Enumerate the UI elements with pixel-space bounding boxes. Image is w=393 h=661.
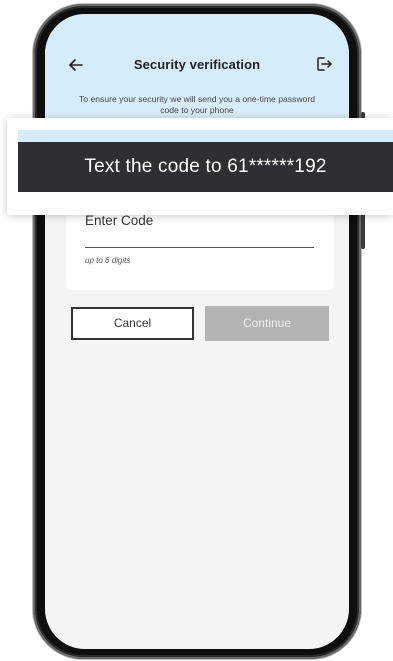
arrow-left-icon[interactable] (67, 56, 85, 74)
cancel-button[interactable]: Cancel (71, 307, 194, 340)
continue-button[interactable]: Continue (205, 306, 329, 341)
app-screen: Security verification To ensure your sec… (45, 14, 349, 649)
banner-message: Text the code to 61******192 (84, 156, 327, 177)
code-hint: up to 6 digits (85, 256, 131, 265)
logout-icon[interactable] (315, 55, 333, 73)
banner-message-bar: Text the code to 61******192 (18, 142, 393, 192)
sms-banner: Text the code to 61******192 (7, 118, 393, 215)
phone-side-button-lower (361, 209, 365, 249)
stage: Security verification To ensure your sec… (0, 0, 393, 661)
banner-header-strip (18, 130, 393, 142)
code-input[interactable]: Enter Code (85, 213, 153, 228)
code-input-underline (85, 247, 314, 248)
top-nav: Security verification (45, 54, 349, 78)
page-title: Security verification (133, 57, 261, 72)
info-text: To ensure your security we will send you… (79, 94, 315, 115)
